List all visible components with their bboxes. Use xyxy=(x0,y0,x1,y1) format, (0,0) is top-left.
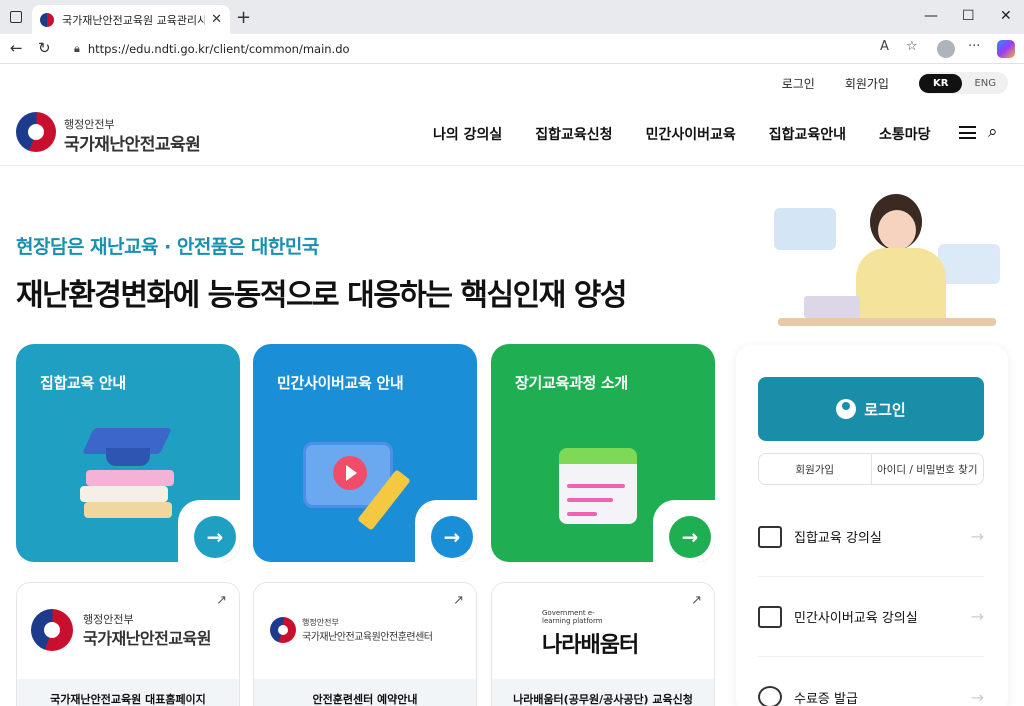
link-logo-sub: 행정안전부 xyxy=(302,618,339,627)
arrow-right-icon[interactable]: → xyxy=(431,516,473,558)
link-card-label: 안전훈련센터 예약안내 xyxy=(254,679,476,706)
top-login-link[interactable]: 로그인 xyxy=(782,75,815,92)
menu-icon[interactable] xyxy=(959,126,976,139)
minimize-icon[interactable]: — xyxy=(924,8,938,24)
student-body-illustration xyxy=(856,248,946,322)
reload-icon[interactable]: ↻ xyxy=(38,39,51,57)
nav-group-guide[interactable]: 집합교육안내 xyxy=(769,124,846,144)
laptop-illustration xyxy=(804,296,860,318)
link-card-label: 국가재난안전교육원 대표홈페이지 xyxy=(17,679,239,706)
link-logo-sub: Government e-learning platform xyxy=(542,609,603,625)
favorite-star-icon[interactable]: ☆ xyxy=(906,39,918,54)
account-links: 회원가입 아이디 / 비밀번호 찾기 xyxy=(758,453,984,485)
link-logo-main: 국가재난안전교육원안전훈련센터 xyxy=(302,632,433,643)
hero-title: 재난환경변화에 능동적으로 대응하는 핵심인재 양성 xyxy=(16,278,627,313)
quick-link-label: 집합교육 강의실 xyxy=(794,531,882,546)
certificate-icon xyxy=(758,686,782,706)
hero-subtitle: 현장담은 재난교육 · 안전품은 대한민국 xyxy=(16,236,319,258)
link-card-training-center[interactable]: ↗ 행정안전부 국가재난안전교육원안전훈련센터 안전훈련센터 예약안내 xyxy=(253,582,477,706)
graduation-cap-books-icon xyxy=(76,424,176,524)
student-illustration xyxy=(770,184,1010,344)
card-title: 장기교육과정 소개 xyxy=(515,374,628,392)
card-cyber-education[interactable]: 민간사이버교육 안내 → xyxy=(253,344,477,562)
site-header: 행정안전부 국가재난안전교육원 나의 강의실 집합교육신청 민간사이버교육 집합… xyxy=(0,100,1024,166)
browser-tab[interactable]: 국가재난안전교육원 교육관리시스템 ✕ xyxy=(32,5,230,34)
lock-icon: 🔒︎ xyxy=(74,42,80,55)
tab-close-icon[interactable]: ✕ xyxy=(211,12,222,27)
monitor-icon xyxy=(758,605,782,628)
link-logo-main: 나라배움터 xyxy=(542,633,639,658)
lang-en-button[interactable]: ENG xyxy=(962,74,1008,93)
nav-cyber-edu[interactable]: 민간사이버교육 xyxy=(646,124,736,144)
taegeuk-logo-icon xyxy=(270,617,296,643)
quick-link-certificate[interactable]: 수료증 발급 → xyxy=(758,657,984,706)
language-switch: KR ENG xyxy=(918,72,1008,94)
video-play-pencil-icon xyxy=(303,434,423,534)
copilot-icon[interactable] xyxy=(997,40,1015,58)
tab-title: 국가재난안전교육원 교육관리시스템 xyxy=(62,13,206,27)
video-call-screen-illustration xyxy=(774,208,836,250)
find-id-password-button[interactable]: 아이디 / 비밀번호 찾기 xyxy=(870,454,984,484)
login-panel: 로그인 회원가입 아이디 / 비밀번호 찾기 집합교육 강의실 → 민간사이버교… xyxy=(736,345,1008,706)
desk-illustration xyxy=(778,318,996,326)
tab-actions-icon[interactable] xyxy=(10,11,22,23)
new-tab-icon[interactable]: + xyxy=(236,7,251,28)
taegeuk-logo-icon[interactable] xyxy=(16,112,56,152)
more-menu-icon[interactable]: ··· xyxy=(968,39,980,54)
close-window-icon[interactable]: ✕ xyxy=(1000,8,1012,24)
nav-community[interactable]: 소통마당 xyxy=(879,124,931,144)
web-page: 로그인 회원가입 KR ENG 행정안전부 국가재난안전교육원 나의 강의실 집… xyxy=(0,64,1024,706)
url-text: https://edu.ndti.go.kr/client/common/mai… xyxy=(87,42,350,56)
link-card-label: 나라배움터(공무원/공사공단) 교육신청 xyxy=(492,679,714,706)
top-join-link[interactable]: 회원가입 xyxy=(845,75,889,92)
arrow-right-icon[interactable]: → xyxy=(194,516,236,558)
lang-kr-button[interactable]: KR xyxy=(918,73,963,93)
maximize-icon[interactable]: ☐ xyxy=(962,8,975,24)
card-title: 민간사이버교육 안내 xyxy=(277,374,404,392)
card-long-term-course[interactable]: 장기교육과정 소개 → xyxy=(491,344,715,562)
url-field[interactable]: 🔒︎ https://edu.ndti.go.kr/client/common/… xyxy=(64,37,928,61)
search-icon[interactable]: ⌕ xyxy=(988,122,998,142)
card-title: 집합교육 안내 xyxy=(40,374,126,392)
utility-bar: 로그인 회원가입 KR ENG xyxy=(782,72,1008,94)
link-card-main-homepage[interactable]: ↗ 행정안전부 국가재난안전교육원 국가재난안전교육원 대표홈페이지 xyxy=(16,582,240,706)
taegeuk-logo-icon xyxy=(31,609,73,651)
quick-link-group-classroom[interactable]: 집합교육 강의실 → xyxy=(758,497,984,577)
arrow-right-icon: → xyxy=(970,607,984,626)
read-aloud-icon[interactable]: A xyxy=(880,39,889,54)
arrow-right-icon: → xyxy=(970,527,984,546)
logo-title[interactable]: 국가재난안전교육원 xyxy=(64,130,201,155)
link-card-nara-baeumteo[interactable]: ↗ Government e-learning platform 나라배움터 나… xyxy=(491,582,715,706)
site-favicon-icon xyxy=(40,12,54,27)
quick-link-label: 민간사이버교육 강의실 xyxy=(794,611,918,626)
arrow-right-icon: → xyxy=(970,687,984,706)
address-bar: ← ↻ 🔒︎ https://edu.ndti.go.kr/client/com… xyxy=(0,34,1024,64)
link-logo-main: 국가재난안전교육원 xyxy=(83,629,211,648)
nav-my-classroom[interactable]: 나의 강의실 xyxy=(433,124,502,144)
external-link-icon: ↗ xyxy=(691,593,702,608)
arrow-right-icon[interactable]: → xyxy=(669,516,711,558)
nav-group-apply[interactable]: 집합교육신청 xyxy=(535,124,612,144)
external-link-icon: ↗ xyxy=(453,593,464,608)
calendar-icon xyxy=(559,448,639,528)
main-nav: 나의 강의실 집합교육신청 민간사이버교육 집합교육안내 소통마당 xyxy=(433,124,931,144)
browser-tab-bar: 국가재난안전교육원 교육관리시스템 ✕ + — ☐ ✕ xyxy=(0,0,1024,34)
video-call-screen-illustration xyxy=(938,244,1000,284)
card-group-education[interactable]: 집합교육 안내 → xyxy=(16,344,240,562)
classroom-icon xyxy=(758,525,782,548)
student-face-illustration xyxy=(878,210,916,250)
profile-avatar[interactable] xyxy=(937,40,955,58)
user-icon xyxy=(836,399,857,419)
join-button[interactable]: 회원가입 xyxy=(759,454,871,484)
back-icon[interactable]: ← xyxy=(10,39,23,57)
quick-link-cyber-classroom[interactable]: 민간사이버교육 강의실 → xyxy=(758,577,984,657)
quick-link-label: 수료증 발급 xyxy=(794,691,858,706)
login-button[interactable]: 로그인 xyxy=(758,377,984,441)
external-link-icon: ↗ xyxy=(216,593,227,608)
login-button-label: 로그인 xyxy=(864,400,906,419)
